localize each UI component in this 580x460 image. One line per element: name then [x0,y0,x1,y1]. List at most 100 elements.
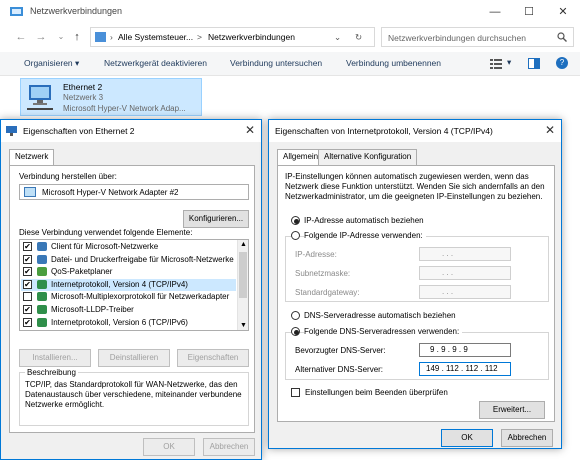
component-checkbox[interactable] [23,292,32,302]
breadcrumb-control-panel[interactable]: Alle Systemsteuer... [118,32,193,42]
subnet-mask-dots: . . . [442,268,454,277]
gateway-label: Standardgateway: [295,288,360,297]
ip-auto-label: IP-Adresse automatisch beziehen [304,216,424,225]
component-label: Microsoft-Multiplexorprotokoll für Netzw… [51,292,230,302]
breadcrumb-network-connections[interactable]: Netzwerkverbindungen [208,32,295,42]
gateway-field[interactable]: . . . [419,285,511,299]
network-adapter-icon [25,83,57,113]
network-icon [6,126,17,136]
organize-menu[interactable]: Organisieren ▾ [24,58,79,69]
list-item[interactable]: ✔ Datei- und Druckerfreigabe für Microsof… [21,254,236,266]
search-placeholder: Netzwerkverbindungen durchsuchen [388,33,526,43]
adapter-icon [24,187,36,197]
list-item[interactable]: ✔ Microsoft-LLDP-Treiber [21,304,236,316]
close-button[interactable]: ✕ [546,0,580,24]
ip-address-dots: . . . [442,249,454,258]
subnet-mask-label: Subnetzmaske: [295,269,351,278]
adapter-device: Microsoft Hyper-V Network Adap... [63,104,186,113]
recent-dropdown-icon[interactable]: ⌄ [54,30,68,44]
preview-pane-icon[interactable] [528,58,540,69]
component-checkbox[interactable]: ✔ [23,267,32,277]
component-checkbox[interactable]: ✔ [23,317,32,327]
tab-alternate-configuration[interactable]: Alternative Konfiguration [318,149,418,165]
validate-checkbox[interactable] [291,388,300,397]
disable-device-button[interactable]: Netzwerkgerät deaktivieren [104,58,207,68]
ip-auto-radio[interactable] [291,216,300,225]
component-icon [37,292,47,302]
ethernet-properties-dialog: Eigenschaften von Ethernet 2 ✕ Netzwerk … [0,119,262,460]
search-icon [557,32,567,44]
back-icon[interactable]: ← [14,30,28,44]
control-panel-icon [95,32,106,42]
adapter-name-box: Microsoft Hyper-V Network Adapter #2 [19,184,249,200]
component-icon [37,279,47,289]
tab-network[interactable]: Netzwerk [9,149,55,165]
adapter-name: Ethernet 2 [63,82,103,92]
validate-label: Einstellungen beim Beenden überprüfen [305,388,448,397]
address-row: ← → ⌄ ↑ › Alle Systemsteuer... > Netzwer… [0,24,580,52]
component-label: Client für Microsoft-Netzwerke [51,242,159,251]
address-bar[interactable]: › Alle Systemsteuer... > Netzwerkverbind… [90,27,375,47]
command-bar: Organisieren ▾ Netzwerkgerät deaktiviere… [0,52,580,76]
list-item[interactable]: ✔ Internetprotokoll, Version 4 (TCP/IPv4) [21,278,236,291]
help-icon[interactable]: ? [556,57,568,69]
subnet-mask-field[interactable]: . . . [419,266,511,280]
dialog-title: Eigenschaften von Internetprotokoll, Ver… [275,126,493,136]
dns-auto-label: DNS-Serveradresse automatisch beziehen [304,311,456,320]
network-folder-icon [10,6,23,17]
intro-text: IP-Einstellungen können automatisch zuge… [285,172,545,201]
minimize-button[interactable]: — [478,0,512,24]
adapter-name-text: Microsoft Hyper-V Network Adapter #2 [42,188,179,197]
breadcrumb-separator: > [197,32,202,42]
list-item[interactable]: Microsoft-Multiplexorprotokoll für Netzw… [21,291,236,303]
adapter-network: Netzwerk 3 [63,93,104,102]
address-dropdown-icon[interactable]: ⌄ [334,32,341,43]
list-item[interactable]: ✔ Client für Microsoft-Netzwerke [21,241,236,253]
list-item[interactable]: ✔ QoS-Paketplaner [21,266,236,278]
component-icon [37,267,47,277]
diagnose-connection-button[interactable]: Verbindung untersuchen [230,58,322,68]
alternate-dns-field[interactable]: 149 . 112 . 112 . 112 [419,362,511,376]
uninstall-button[interactable]: Deinstallieren [98,349,170,367]
ip-address-field[interactable]: . . . [419,247,511,261]
component-checkbox[interactable]: ✔ [23,254,32,264]
properties-button[interactable]: Eigenschaften [177,349,249,367]
preferred-dns-field[interactable]: 9 . 9 . 9 . 9 [419,343,511,357]
network-adapter-item[interactable]: Ethernet 2 Netzwerk 3 Microsoft Hyper-V … [20,78,202,116]
ok-button[interactable]: OK [143,438,195,456]
dns-manual-radio[interactable] [291,327,300,336]
preferred-dns-label: Bevorzugter DNS-Server: [295,346,386,355]
close-icon[interactable]: ✕ [545,123,555,137]
search-input[interactable]: Netzwerkverbindungen durchsuchen [381,27,574,47]
close-icon[interactable]: ✕ [245,123,255,137]
component-label: QoS-Paketplaner [51,267,113,277]
component-checkbox[interactable]: ✔ [23,242,32,251]
up-icon[interactable]: ↑ [70,30,84,44]
ip-manual-radio[interactable] [291,231,300,240]
configure-button[interactable]: Konfigurieren... [183,210,249,228]
advanced-button[interactable]: Erweitert... [479,401,545,419]
description-title: Beschreibung [25,368,78,377]
dialog-title: Eigenschaften von Ethernet 2 [23,126,135,136]
alternate-dns-label: Alternativer DNS-Server: [295,365,384,374]
connect-using-label: Verbindung herstellen über: [19,172,117,181]
gateway-dots: . . . [442,287,454,296]
list-scrollbar[interactable]: ▲ ▼ [237,240,248,330]
preferred-dns-value: 9 . 9 . 9 . 9 [430,345,468,354]
component-icon [37,254,47,264]
maximize-button[interactable]: ☐ [512,0,546,24]
component-checkbox[interactable]: ✔ [23,279,32,289]
view-options-icon[interactable] [490,58,502,69]
forward-icon[interactable]: → [34,30,48,44]
cancel-button[interactable]: Abbrechen [501,429,553,447]
dns-auto-radio[interactable] [291,311,300,320]
rename-connection-button[interactable]: Verbindung umbenennen [346,58,441,68]
refresh-icon[interactable]: ↻ [355,32,362,43]
install-button[interactable]: Installieren... [19,349,91,367]
list-item[interactable]: ✔ Internetprotokoll, Version 6 (TCP/IPv6) [21,317,236,329]
ipv4-properties-dialog: Eigenschaften von Internetprotokoll, Ver… [268,119,562,449]
component-checkbox[interactable]: ✔ [23,305,32,314]
view-dropdown-icon[interactable]: ▾ [507,57,511,68]
ok-button[interactable]: OK [441,429,493,447]
cancel-button[interactable]: Abbrechen [203,438,255,456]
